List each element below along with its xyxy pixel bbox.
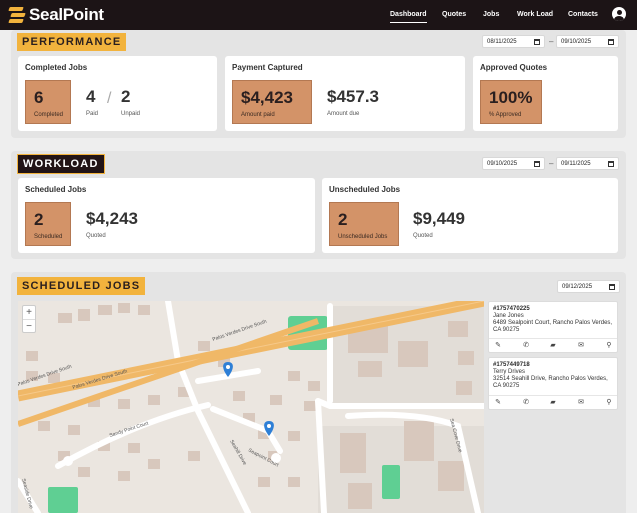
scheduled-jobs-title: Scheduled Jobs: [25, 185, 87, 194]
phone-icon[interactable]: ✆: [522, 342, 530, 350]
date-range-separator: –: [549, 159, 554, 168]
workload-title: WORKLOAD: [17, 154, 105, 174]
nav-contacts[interactable]: Contacts: [568, 11, 598, 18]
unpaid-label: Unpaid: [121, 111, 141, 117]
job-actions: ✎ ✆ ▰ ✉ ⚲: [489, 338, 617, 352]
phone-icon[interactable]: ✆: [522, 399, 530, 407]
nav-quotes[interactable]: Quotes: [442, 11, 466, 18]
nav-work-load[interactable]: Work Load: [517, 11, 553, 18]
street-label: Seaside Drive: [20, 478, 34, 510]
unscheduled-count: 2: [338, 210, 348, 229]
message-icon[interactable]: ▰: [549, 342, 557, 350]
job-address-line2: CA 90275: [493, 327, 520, 333]
nav-jobs[interactable]: Jobs: [483, 11, 499, 18]
approved-label: % Approved: [489, 112, 522, 118]
job-address: 32514 Seahill Drive, Rancho Palos Verdes…: [493, 376, 608, 382]
scheduled-quoted-value: $4,243: [86, 209, 138, 228]
payment-captured-title: Payment Captured: [232, 63, 303, 72]
job-number: #1757470225: [493, 306, 530, 312]
calendar-icon[interactable]: [608, 39, 614, 45]
unscheduled-jobs-card: Unscheduled Jobs 2 Unscheduled Jobs $9,4…: [322, 178, 618, 253]
message-icon[interactable]: ▰: [549, 399, 557, 407]
scheduled-jobs-title: SCHEDULED JOBS: [17, 277, 146, 295]
pencil-icon[interactable]: ✎: [494, 342, 502, 350]
completed-tile: 6 Completed: [25, 80, 71, 124]
completed-jobs-card: Completed Jobs 6 Completed 4 Paid / 2 Un…: [18, 56, 217, 131]
location-icon[interactable]: ⚲: [605, 342, 613, 350]
performance-section: PERFORMANCE 08/11/2025 – 09/10/2025 Comp…: [11, 30, 626, 138]
zoom-out-button[interactable]: −: [23, 319, 35, 332]
map-canvas[interactable]: Palos Verdes Drive South Palos Verdes Dr…: [18, 301, 484, 513]
unpaid-count: 2: [121, 87, 131, 106]
job-customer-name: Jane Jones: [493, 313, 524, 319]
amount-paid-value: $4,423: [241, 88, 293, 107]
scheduled-tile: 2 Scheduled: [25, 202, 71, 246]
paid-label: Paid: [86, 111, 99, 117]
approved-quotes-card: Approved Quotes 100% % Approved: [473, 56, 618, 131]
street-label: Sandy Point Court: [109, 420, 150, 438]
street-label: Seahill Drive: [228, 439, 247, 466]
scheduled-jobs-card: Scheduled Jobs 2 Scheduled $4,243 Quoted: [18, 178, 315, 253]
zoom-in-button[interactable]: +: [23, 306, 35, 319]
amount-paid-label: Amount paid: [241, 112, 275, 118]
job-number: #1757449718: [493, 362, 530, 368]
job-card[interactable]: #1757470225 Jane Jones 6489 Sealpoint Co…: [488, 301, 618, 353]
amount-paid-tile: $4,423 Amount paid: [232, 80, 312, 124]
scheduled-count: 2: [34, 210, 44, 229]
unscheduled-quoted-label: Quoted: [413, 233, 433, 239]
mail-icon[interactable]: ✉: [577, 342, 585, 350]
unscheduled-label: Unscheduled Jobs: [338, 234, 388, 240]
approved-percent: 100%: [489, 88, 533, 107]
completed-label: Completed: [34, 112, 64, 118]
completed-jobs-title: Completed Jobs: [25, 63, 88, 72]
calendar-icon[interactable]: [534, 39, 540, 45]
scheduled-jobs-date[interactable]: 09/12/2025: [557, 280, 620, 293]
job-card[interactable]: #1757449718 Terry Drives 32514 Seahill D…: [488, 357, 618, 410]
completed-count: 6: [34, 88, 44, 107]
approved-tile: 100% % Approved: [480, 80, 542, 124]
divider-slash: /: [107, 90, 112, 107]
workload-section: WORKLOAD 09/10/2025 – 09/11/2025 Schedul…: [11, 151, 626, 259]
paid-count: 4: [86, 87, 96, 106]
job-actions: ✎ ✆ ▰ ✉ ⚲: [489, 395, 617, 409]
location-icon[interactable]: ⚲: [605, 399, 613, 407]
payment-captured-card: Payment Captured $4,423 Amount paid $457…: [225, 56, 465, 131]
calendar-icon[interactable]: [534, 161, 540, 167]
performance-title: PERFORMANCE: [17, 33, 127, 51]
unscheduled-tile: 2 Unscheduled Jobs: [329, 202, 399, 246]
nav-dashboard[interactable]: Dashboard: [390, 11, 427, 23]
pencil-icon[interactable]: ✎: [494, 399, 502, 407]
calendar-icon[interactable]: [609, 284, 615, 290]
job-address-line2: CA 90275: [493, 383, 520, 389]
unscheduled-quoted-value: $9,449: [413, 209, 465, 228]
performance-date-to[interactable]: 09/10/2025: [556, 35, 619, 48]
amount-due-value: $457.3: [327, 87, 379, 106]
logo-icon: [8, 5, 26, 25]
date-range-separator: –: [549, 37, 554, 46]
scheduled-quoted-label: Quoted: [86, 233, 106, 239]
job-address: 6489 Sealpoint Court, Rancho Palos Verde…: [493, 320, 613, 326]
jobs-map[interactable]: Palos Verdes Drive South Palos Verdes Dr…: [18, 301, 484, 513]
brand-logo[interactable]: SealPoint: [8, 5, 104, 25]
mail-icon[interactable]: ✉: [577, 399, 585, 407]
map-zoom-control: + −: [22, 305, 36, 333]
workload-date-to[interactable]: 09/11/2025: [556, 157, 619, 170]
unscheduled-jobs-title: Unscheduled Jobs: [329, 185, 401, 194]
job-customer-name: Terry Drives: [493, 369, 526, 375]
scheduled-label: Scheduled: [34, 234, 63, 240]
brand-name: SealPoint: [29, 5, 104, 24]
performance-date-from[interactable]: 08/11/2025: [482, 35, 545, 48]
user-icon[interactable]: [612, 7, 626, 21]
workload-date-from[interactable]: 09/10/2025: [482, 157, 545, 170]
approved-quotes-title: Approved Quotes: [480, 63, 548, 72]
amount-due-label: Amount due: [327, 111, 360, 117]
calendar-icon[interactable]: [608, 161, 614, 167]
top-nav-bar: SealPoint Dashboard Quotes Jobs Work Loa…: [0, 0, 637, 30]
